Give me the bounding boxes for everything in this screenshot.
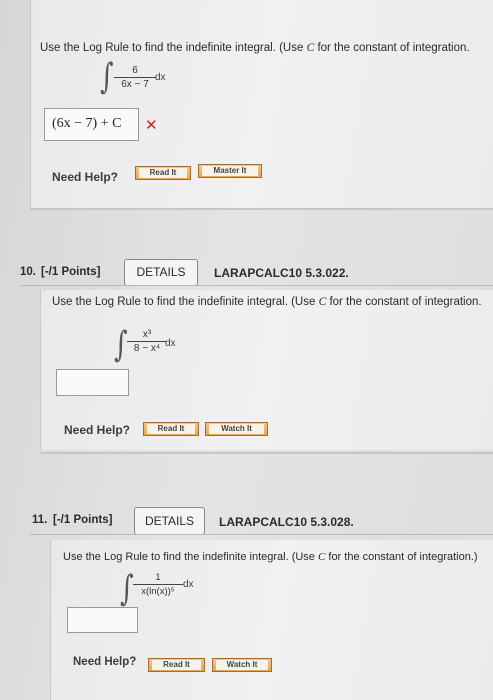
q11-instruction: Use the Log Rule to find the indefinite …	[63, 551, 478, 563]
q9-answer-value: (6x − 7) + C	[52, 116, 122, 131]
q11-answer-input[interactable]	[67, 607, 138, 633]
q11-details-button[interactable]: DETAILS	[134, 507, 205, 535]
divider	[40, 452, 493, 454]
q11-integral-sign: ∫	[120, 568, 134, 610]
q9-dx: dx	[155, 72, 166, 83]
q11-code: LARAPCALC10 5.3.028.	[219, 515, 354, 529]
q10-points: [-/1 Points]	[41, 266, 101, 278]
q9-need-help: Need Help?	[52, 170, 119, 184]
q11-points: [-/1 Points]	[53, 514, 113, 526]
q10-read-it-button[interactable]: Read It	[143, 422, 199, 436]
divider	[20, 285, 493, 286]
q10-need-help: Need Help?	[64, 423, 131, 437]
q10-integrand-fraction: x³ 8 − x⁴	[127, 329, 167, 354]
q11-need-help: Need Help?	[73, 656, 137, 668]
q10-watch-it-button[interactable]: Watch It	[205, 422, 268, 436]
q10-answer-input[interactable]	[56, 369, 129, 396]
q10-dx: dx	[165, 338, 176, 349]
q9-instruction: Use the Log Rule to find the indefinite …	[40, 42, 470, 54]
q11-number: 11.	[32, 514, 48, 526]
q11-read-it-button[interactable]: Read It	[148, 658, 205, 672]
q9-read-it-button[interactable]: Read It	[135, 166, 191, 180]
q10-integral-sign: ∫	[114, 324, 128, 366]
q11-integrand-fraction: 1 x(ln(x))⁵	[133, 572, 183, 597]
q10-instruction: Use the Log Rule to find the indefinite …	[52, 296, 482, 308]
q10-number: 10.	[20, 266, 36, 278]
q11-dx: dx	[183, 579, 194, 590]
q11-watch-it-button[interactable]: Watch It	[212, 658, 272, 672]
divider	[30, 208, 493, 210]
divider	[30, 534, 493, 535]
q9-integrand-fraction: 6 6x − 7	[114, 65, 156, 90]
incorrect-x-icon: ✕	[145, 117, 158, 134]
q9-integral-sign: ∫	[100, 56, 114, 98]
q9-master-it-button[interactable]: Master It	[198, 164, 262, 178]
q10-code: LARAPCALC10 5.3.022.	[214, 266, 349, 280]
q10-details-button[interactable]: DETAILS	[124, 259, 198, 286]
